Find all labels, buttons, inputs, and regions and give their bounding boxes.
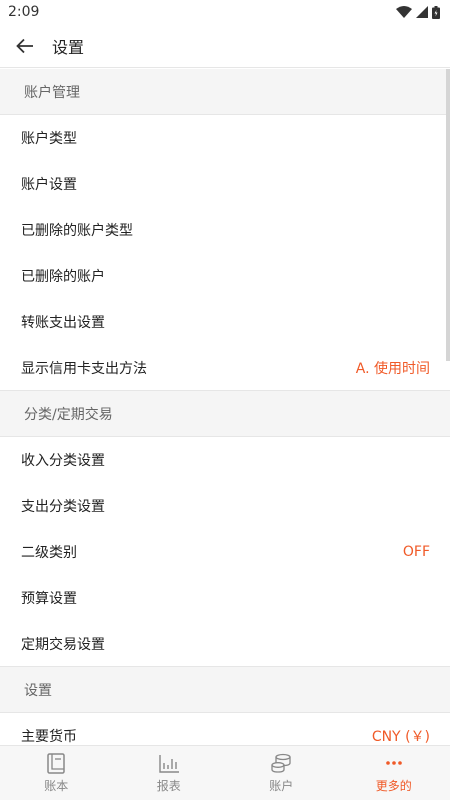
row-label: 已删除的账户类型 xyxy=(21,223,133,239)
row-label: 二级类别 xyxy=(21,545,77,561)
section-header-settings: 设置 xyxy=(0,667,450,713)
row-label: 定期交易设置 xyxy=(21,636,105,653)
nav-label: 账户 xyxy=(269,779,294,793)
nav-label: 更多的 xyxy=(375,779,412,793)
row-deleted-account-types[interactable]: 已删除的账户类型 xyxy=(0,207,450,253)
row-label: 账户类型 xyxy=(21,131,77,147)
row-recurring-settings[interactable]: 定期交易设置 xyxy=(0,621,450,667)
row-value: CNY (￥) xyxy=(371,729,430,745)
status-bar: 2:09 xyxy=(0,0,450,24)
battery-icon xyxy=(432,5,440,19)
row-transfer-expense-settings[interactable]: 转账支出设置 xyxy=(0,299,450,345)
row-value: A. 使用时间 xyxy=(355,360,430,377)
row-label: 预算设置 xyxy=(21,591,77,607)
row-income-category[interactable]: 收入分类设置 xyxy=(0,437,450,483)
row-account-type[interactable]: 账户类型 xyxy=(0,115,450,161)
bottom-nav: 账本 报表 账户 更多的 xyxy=(0,745,450,800)
row-budget-settings[interactable]: 预算设置 xyxy=(0,575,450,621)
signal-icon xyxy=(416,6,428,18)
row-expense-category[interactable]: 支出分类设置 xyxy=(0,483,450,529)
more-icon xyxy=(385,752,403,774)
row-label: 主要货币 xyxy=(21,729,77,745)
status-icons xyxy=(396,5,440,19)
scrollbar[interactable] xyxy=(446,69,450,361)
wifi-icon xyxy=(396,6,412,18)
row-label: 转账支出设置 xyxy=(21,315,105,331)
nav-label: 报表 xyxy=(156,779,181,793)
row-label: 已删除的账户 xyxy=(21,269,105,285)
row-deleted-accounts[interactable]: 已删除的账户 xyxy=(0,253,450,299)
back-button[interactable] xyxy=(0,24,50,68)
section-header-account: 账户管理 xyxy=(0,69,450,115)
status-time: 2:09 xyxy=(8,4,40,20)
nav-item-reports[interactable]: 报表 xyxy=(113,746,226,800)
row-label: 显示信用卡支出方法 xyxy=(21,360,147,377)
nav-item-more[interactable]: 更多的 xyxy=(338,746,450,800)
app-bar: 设置 xyxy=(0,24,450,68)
row-credit-card-display[interactable]: 显示信用卡支出方法 A. 使用时间 xyxy=(0,345,450,391)
row-subcategory-toggle[interactable]: 二级类别 OFF xyxy=(0,529,450,575)
row-main-currency[interactable]: 主要货币 CNY (￥) xyxy=(0,713,450,745)
coins-icon xyxy=(270,752,292,774)
row-label: 账户设置 xyxy=(21,177,77,193)
arrow-left-icon xyxy=(16,38,33,53)
nav-label: 账本 xyxy=(44,779,69,793)
row-account-settings[interactable]: 账户设置 xyxy=(0,161,450,207)
section-header-category: 分类/定期交易 xyxy=(0,391,450,437)
row-label: 收入分类设置 xyxy=(21,453,105,469)
row-label: 支出分类设置 xyxy=(21,499,105,515)
chart-icon xyxy=(158,752,180,774)
nav-item-ledger[interactable]: 账本 xyxy=(0,746,113,800)
row-value: OFF xyxy=(402,544,430,560)
nav-item-accounts[interactable]: 账户 xyxy=(225,746,338,800)
page-title: 设置 xyxy=(52,37,85,57)
settings-list[interactable]: 账户管理 账户类型 账户设置 已删除的账户类型 已删除的账户 转账支出设置 显示… xyxy=(0,69,450,745)
book-icon xyxy=(46,752,66,774)
